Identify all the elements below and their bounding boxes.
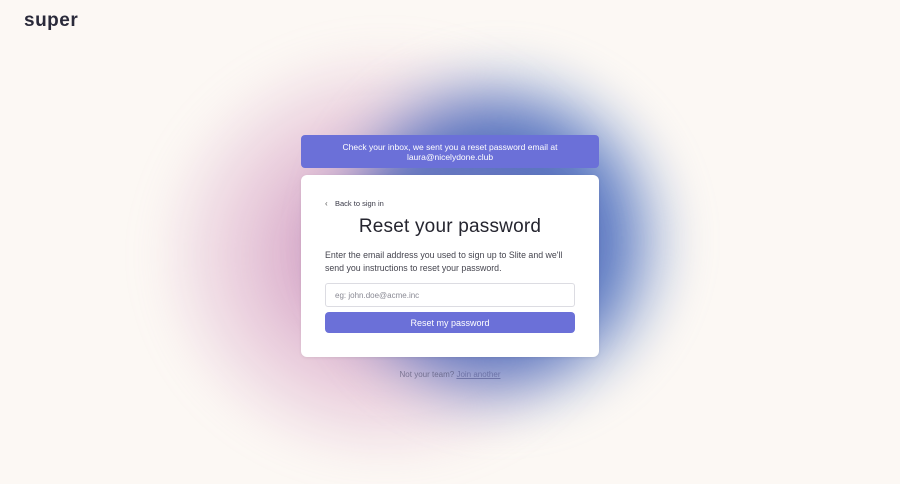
page-title: Reset your password	[358, 216, 542, 237]
instructions-text: Enter the email address you used to sign…	[325, 250, 563, 273]
chevron-left-icon: ‹	[325, 199, 328, 208]
reset-password-card: ‹ Back to sign in Reset your password En…	[301, 175, 599, 357]
banner-message: Check your inbox, we sent you a reset pa…	[342, 141, 558, 152]
email-field[interactable]	[325, 283, 575, 307]
page: super Check your inbox, we sent you a re…	[0, 0, 900, 484]
join-another-link[interactable]: Join another	[456, 370, 500, 379]
footer-prompt-text: Not your team?	[399, 370, 455, 379]
back-to-sign-in-link[interactable]: ‹ Back to sign in	[325, 199, 384, 208]
footer-prompt: Not your team? Join another	[300, 370, 600, 379]
back-link-label: Back to sign in	[335, 199, 384, 208]
reset-password-button[interactable]: Reset my password	[325, 312, 575, 333]
success-banner: Check your inbox, we sent you a reset pa…	[301, 135, 599, 168]
brand-logo[interactable]: super	[24, 10, 78, 32]
banner-email: laura@nicelydone.club	[406, 151, 494, 162]
